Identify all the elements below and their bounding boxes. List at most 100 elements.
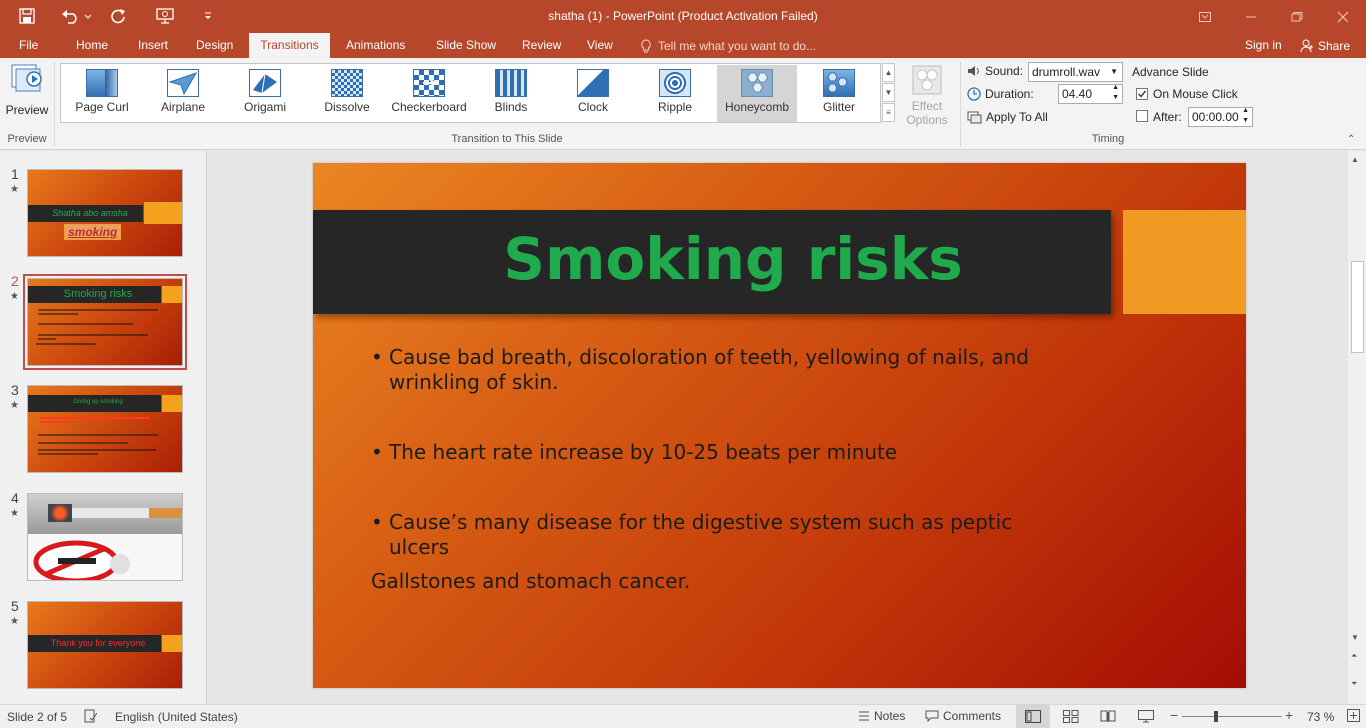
transition-airplane[interactable]: Airplane <box>143 65 223 122</box>
sound-dropdown[interactable]: drumroll.wav ▼ <box>1028 62 1123 82</box>
gallery-more-icon[interactable]: ≡ <box>882 103 895 122</box>
comments-label: Comments <box>943 709 1002 723</box>
restore-icon[interactable] <box>1274 0 1320 33</box>
tab-file[interactable]: File <box>9 33 48 58</box>
scroll-thumb[interactable] <box>1351 261 1364 353</box>
close-icon[interactable] <box>1320 0 1366 33</box>
slideshow-view-icon[interactable] <box>1138 710 1154 723</box>
after-spinner[interactable]: 00:00.00 ▲ ▼ <box>1188 107 1253 127</box>
sign-in-link[interactable]: Sign in <box>1235 33 1292 58</box>
tab-insert[interactable]: Insert <box>128 33 178 58</box>
slide-title[interactable]: Smoking risks <box>313 225 1153 293</box>
tell-me-box[interactable]: Tell me what you want to do... <box>640 33 816 58</box>
thumbnail-slide-4[interactable] <box>27 493 183 581</box>
zoom-slider-thumb[interactable] <box>1214 711 1218 722</box>
on-mouse-click-checkbox[interactable] <box>1136 88 1148 100</box>
effect-options-button[interactable]: Effect Options <box>899 62 955 130</box>
zoom-slider-track[interactable] <box>1182 716 1282 717</box>
transition-page-curl[interactable]: Page Curl <box>62 65 142 122</box>
transition-glitter[interactable]: Glitter <box>799 65 879 122</box>
normal-view-button[interactable] <box>1016 705 1050 728</box>
zoom-out-icon[interactable]: − <box>1170 707 1178 723</box>
minimize-icon[interactable] <box>1228 0 1274 33</box>
apply-all-icon <box>967 111 982 123</box>
chevron-down-icon: ▼ <box>1110 67 1118 76</box>
transition-label: Glitter <box>822 100 855 114</box>
transition-origami[interactable]: Origami <box>225 65 305 122</box>
after-checkbox[interactable] <box>1136 110 1148 122</box>
status-bar: Slide 2 of 5 English (United States) Not… <box>0 704 1366 728</box>
lightbulb-icon <box>641 38 651 52</box>
thumbnail-slide-5[interactable]: Thank you for everyone <box>27 601 183 689</box>
tab-home[interactable]: Home <box>66 33 118 58</box>
slide-bullet-1[interactable]: • Cause bad breath, discoloration of tee… <box>371 345 1091 395</box>
language-indicator[interactable]: English (United States) <box>115 710 238 724</box>
collapse-ribbon-icon[interactable]: ⌃ <box>1347 134 1355 145</box>
tab-slide-show[interactable]: Slide Show <box>426 33 506 58</box>
transition-label: Clock <box>577 100 608 114</box>
tab-animations[interactable]: Animations <box>336 33 415 58</box>
fit-slide-icon[interactable] <box>1347 709 1360 722</box>
gallery-scroll-up-icon[interactable]: ▲ <box>882 63 895 82</box>
transition-clock[interactable]: Clock <box>553 65 633 122</box>
gallery-scroll-down-icon[interactable]: ▼ <box>882 83 895 102</box>
share-button[interactable]: Share <box>1290 33 1360 58</box>
thumbnail-slide-1[interactable]: Shatha abo amsha smoking <box>27 169 183 257</box>
thumb-text-line <box>40 417 150 419</box>
spinner-arrows-icon[interactable]: ▲ ▼ <box>1242 106 1249 126</box>
reading-view-icon[interactable] <box>1100 710 1116 723</box>
cigarette-shape <box>68 508 182 518</box>
previous-slide-icon[interactable]: ⏶ <box>1351 651 1357 661</box>
comments-button[interactable]: Comments <box>925 709 1001 723</box>
thumb-title: Giving up smoking <box>73 399 123 405</box>
transition-label: Ripple <box>657 100 693 114</box>
thumb-title: Smoking risks <box>63 288 133 300</box>
preview-button[interactable]: Preview <box>5 62 49 118</box>
vertical-scrollbar[interactable]: ▲ ▼ ⏶ ⏷ <box>1348 151 1366 704</box>
transition-blinds[interactable]: Blinds <box>471 65 551 122</box>
thumb-title: Shatha abo amsha <box>52 208 128 218</box>
slide-sorter-icon[interactable] <box>1063 710 1079 723</box>
thumbnail-number: 1 <box>11 166 19 182</box>
scroll-down-icon[interactable]: ▼ <box>1351 633 1359 642</box>
tab-transitions[interactable]: Transitions <box>249 33 330 58</box>
notes-button[interactable]: Notes <box>858 709 905 723</box>
transition-honeycomb[interactable]: Honeycomb <box>717 65 797 122</box>
thumb-text-line <box>38 442 128 444</box>
apply-to-all-label: Apply To All <box>986 110 1048 124</box>
scroll-up-icon[interactable]: ▲ <box>1351 155 1359 164</box>
blinds-icon <box>495 69 527 97</box>
slide-bullet-3[interactable]: • Cause’s many disease for the digestive… <box>371 510 1091 560</box>
spelling-check-icon[interactable] <box>84 709 98 723</box>
spinner-arrows-icon[interactable]: ▲ ▼ <box>1112 83 1119 103</box>
slide-editing-area[interactable]: Smoking risks • Cause bad breath, discol… <box>208 151 1348 704</box>
transition-checkerboard[interactable]: Checkerboard <box>389 65 469 122</box>
apply-to-all-button[interactable]: Apply To All <box>967 110 1048 124</box>
transition-ripple[interactable]: Ripple <box>635 65 715 122</box>
airplane-icon <box>167 69 199 97</box>
slide-count[interactable]: Slide 2 of 5 <box>7 710 67 724</box>
thumbnail-slide-3[interactable]: Giving up smoking <box>27 385 183 473</box>
thumbnail-slide-2[interactable]: Smoking risks <box>23 274 187 370</box>
transition-dissolve[interactable]: Dissolve <box>307 65 387 122</box>
tab-review[interactable]: Review <box>512 33 571 58</box>
thumb-text-line <box>36 343 96 345</box>
share-label: Share <box>1318 38 1351 53</box>
current-slide[interactable]: Smoking risks • Cause bad breath, discol… <box>313 163 1246 688</box>
next-slide-icon[interactable]: ⏷ <box>1351 679 1357 689</box>
duration-spinner[interactable]: 04.40 ▲ ▼ <box>1058 84 1123 104</box>
speaker-icon <box>968 66 979 76</box>
zoom-in-icon[interactable]: + <box>1285 707 1293 723</box>
zoom-level[interactable]: 73 % <box>1307 710 1334 724</box>
preview-group-label: Preview <box>7 133 47 145</box>
tab-design[interactable]: Design <box>186 33 243 58</box>
tab-view[interactable]: View <box>577 33 623 58</box>
thumbnail-number: 4 <box>11 490 19 506</box>
slide-text-line[interactable]: Gallstones and stomach cancer. <box>371 569 1091 594</box>
ribbon-display-options-icon[interactable] <box>1182 0 1228 33</box>
transition-group-label: Transition to This Slide <box>451 133 563 145</box>
bullet-line-1: The heart rate increase by 10-25 beats p… <box>389 440 898 464</box>
sound-value: drumroll.wav <box>1032 65 1101 79</box>
slide-bullet-2[interactable]: • The heart rate increase by 10-25 beats… <box>371 440 1091 465</box>
thumb-text-line <box>38 334 148 336</box>
